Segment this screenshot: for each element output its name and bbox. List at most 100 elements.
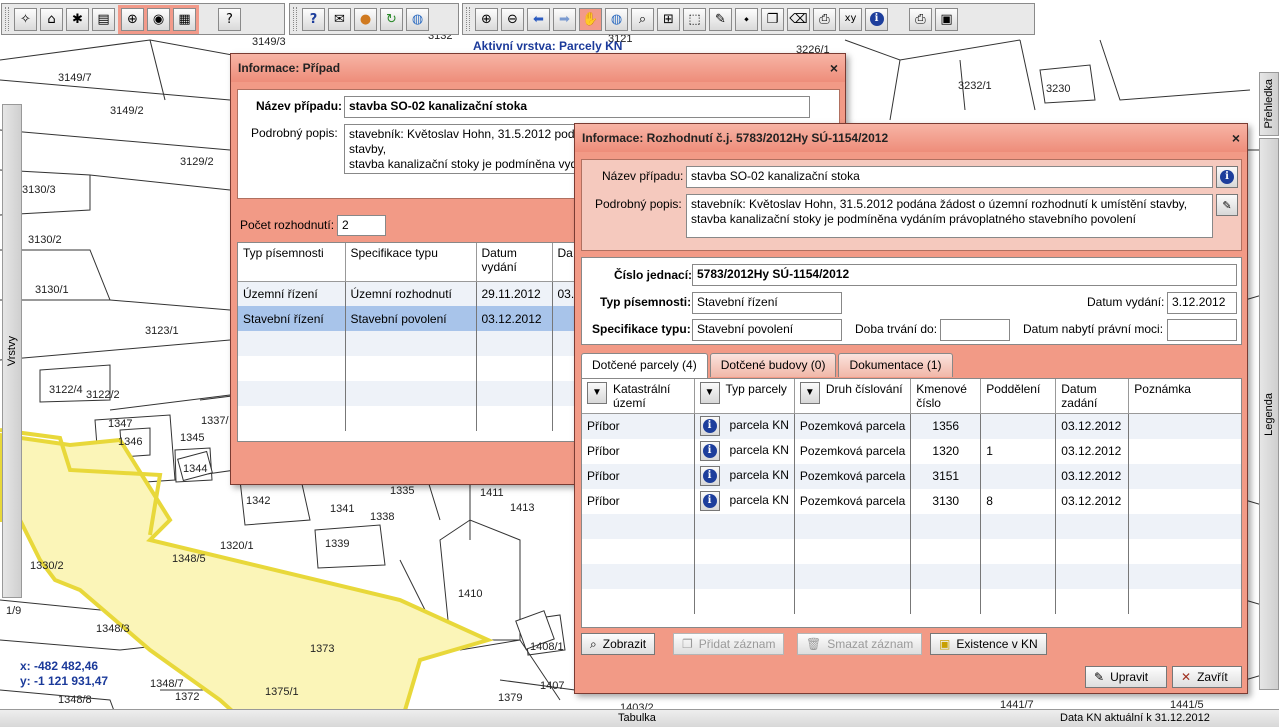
legend-side-tab[interactable]: Legenda	[1259, 138, 1279, 690]
table-cell	[1055, 513, 1130, 539]
layer-info-icon[interactable]: ◉	[147, 7, 170, 31]
col-header-cadastre[interactable]: ▼ Katastrální území	[582, 379, 695, 414]
duration-field[interactable]	[940, 319, 1010, 341]
toolbar-grip[interactable]	[293, 7, 297, 31]
pencil-icon[interactable]: ✎	[709, 7, 732, 31]
add-record-button[interactable]: ❐ Přidat záznam	[673, 633, 785, 655]
toolbar-grip[interactable]	[5, 7, 9, 31]
table-cell: Pozemková parcela	[794, 413, 912, 439]
table-cell: Příbor	[582, 463, 695, 489]
parcel-label: 3130/1	[35, 284, 69, 296]
legend-tab-label: Legenda	[1263, 392, 1275, 436]
mail-icon[interactable]: ✉	[328, 7, 351, 31]
filter-icon[interactable]: ▼	[587, 382, 607, 404]
zoom-out-icon[interactable]: ⊖	[501, 7, 524, 31]
help-icon[interactable]: ?	[218, 7, 241, 31]
filter-icon[interactable]: ▼	[799, 382, 820, 404]
hand-icon[interactable]: ✋	[579, 7, 602, 31]
show-button-label: Zobrazit	[602, 637, 647, 651]
eraser-icon[interactable]: ⌫	[787, 7, 810, 31]
col-header-doc-type[interactable]: Typ písemnosti	[238, 243, 346, 282]
table-row[interactable]: Příbor i parcela KN Pozemková parcela 1356 03…	[582, 413, 1241, 439]
table-cell	[980, 513, 1057, 539]
compass-icon[interactable]: ✧	[14, 7, 37, 31]
table-row[interactable]: Příbor i parcela KN Pozemková parcela 1320 1 0…	[582, 438, 1241, 464]
filter-icon[interactable]: ▼	[699, 382, 720, 404]
table-tab[interactable]: Tabulka	[618, 712, 656, 724]
delete-record-button[interactable]: 🗑 Smazat záznam	[797, 633, 923, 655]
table-cell	[476, 406, 553, 431]
select-rect-icon[interactable]: ⬚	[683, 7, 706, 31]
col-header-issued[interactable]: Datum vydání	[476, 243, 553, 282]
edit-button[interactable]: ✎ Upravit	[1085, 666, 1167, 688]
dec-case-name-field[interactable]: stavba SO-02 kanalizační stoka	[686, 166, 1213, 188]
document-icon[interactable]: ▤	[92, 7, 115, 31]
col-header-subdivision[interactable]: Poddělení	[980, 379, 1057, 414]
world-icon[interactable]: ◍	[605, 7, 628, 31]
layer-list-icon[interactable]: ▦	[173, 7, 196, 31]
info-icon[interactable]: i	[1216, 166, 1238, 188]
show-button[interactable]: ⌕ Zobrazit	[581, 633, 656, 655]
close-button[interactable]: ✕ Zavřít	[1172, 666, 1242, 688]
measure-icon[interactable]: ⌕	[631, 7, 654, 31]
col-header-entry-date[interactable]: Datum zadání	[1055, 379, 1130, 414]
col-header-spec[interactable]: Specifikace typu	[345, 243, 477, 282]
table-row[interactable]: Příbor i parcela KN Pozemková parcela 3130 8 0…	[582, 488, 1241, 514]
exists-in-kn-button[interactable]: ▣ Existence v KN	[930, 633, 1047, 655]
issued-date-field[interactable]: 3.12.2012	[1167, 292, 1237, 314]
decision-count-field[interactable]: 2	[337, 215, 386, 236]
print-area-icon[interactable]: ⎙	[813, 7, 836, 31]
select-icon[interactable]: ⬩	[735, 7, 758, 31]
globe-icon[interactable]: ◍	[406, 7, 429, 31]
table-cell	[476, 356, 553, 381]
info-icon[interactable]: i	[865, 7, 888, 31]
user-icon[interactable]: ●	[354, 7, 377, 31]
help-icon[interactable]: ?	[302, 7, 325, 31]
col-header-numbering[interactable]: ▼ Druh číslování	[794, 379, 912, 414]
layers-side-tab[interactable]: Vrstvy	[2, 104, 22, 598]
decision-count-label: Počet rozhodnutí:	[240, 218, 335, 232]
case-window-titlebar[interactable]: Informace: Případ ×	[231, 54, 845, 82]
table-cell	[794, 563, 912, 589]
arrow-right-icon[interactable]: ➡	[553, 7, 576, 31]
refresh-icon[interactable]: ↻	[380, 7, 403, 31]
xy-icon[interactable]: xy	[839, 7, 862, 31]
col-header-parcel-type[interactable]: ▼ Typ parcely	[694, 379, 795, 414]
close-icon[interactable]: ×	[1232, 130, 1240, 146]
tab-buildings[interactable]: Dotčené budovy (0)	[709, 353, 837, 377]
tab-parcels[interactable]: Dotčené parcely (4)	[581, 353, 708, 378]
parcel-label: 3149/7	[58, 72, 92, 84]
layer-add-icon[interactable]: ⊕	[121, 7, 144, 31]
case-name-field[interactable]: stavba SO-02 kanalizační stoka	[344, 96, 810, 118]
spec-type-field[interactable]: Stavební povolení	[692, 319, 842, 341]
copy-icon[interactable]: ❐	[761, 7, 784, 31]
tab-documents[interactable]: Dokumentace (1)	[838, 353, 953, 377]
table-row[interactable]: Příbor i parcela KN Pozemková parcela 3151 03…	[582, 463, 1241, 489]
decision-window-titlebar[interactable]: Informace: Rozhodnutí č.j. 5783/2012Hy S…	[575, 124, 1247, 152]
person-icon[interactable]: ✱	[66, 7, 89, 31]
window-icon[interactable]: ▣	[935, 7, 958, 31]
info-icon[interactable]: i	[699, 416, 720, 437]
info-icon[interactable]: i	[699, 441, 720, 461]
printer-icon[interactable]: ⎙	[909, 7, 932, 31]
edit-note-icon[interactable]: ✎	[1216, 194, 1238, 216]
doc-type-field[interactable]: Stavební řízení	[692, 292, 842, 314]
info-icon[interactable]: i	[699, 466, 720, 486]
col-header-note[interactable]: Poznámka	[1128, 379, 1241, 414]
info-icon[interactable]: i	[699, 491, 720, 511]
zoom-in-icon[interactable]: ⊕	[475, 7, 498, 31]
table-cell	[476, 331, 553, 356]
home-icon[interactable]: ⌂	[40, 7, 63, 31]
table-cell	[1128, 463, 1241, 489]
parcel-label: 1348/5	[172, 553, 206, 565]
overview-side-tab[interactable]: Přehledka	[1259, 72, 1279, 136]
valid-date-field[interactable]	[1167, 319, 1237, 341]
zoom-rect-icon[interactable]: ⊞	[657, 7, 680, 31]
arrow-left-icon[interactable]: ⬅	[527, 7, 550, 31]
table-cell	[345, 406, 477, 431]
col-header-main-number[interactable]: Kmenové číslo	[910, 379, 982, 414]
ref-number-field[interactable]: 5783/2012Hy SÚ-1154/2012	[692, 264, 1237, 286]
dec-desc-field[interactable]: stavebník: Květoslav Hohn, 31.5.2012 pod…	[686, 194, 1213, 238]
toolbar-grip[interactable]	[466, 7, 470, 31]
close-icon[interactable]: ×	[830, 60, 838, 76]
